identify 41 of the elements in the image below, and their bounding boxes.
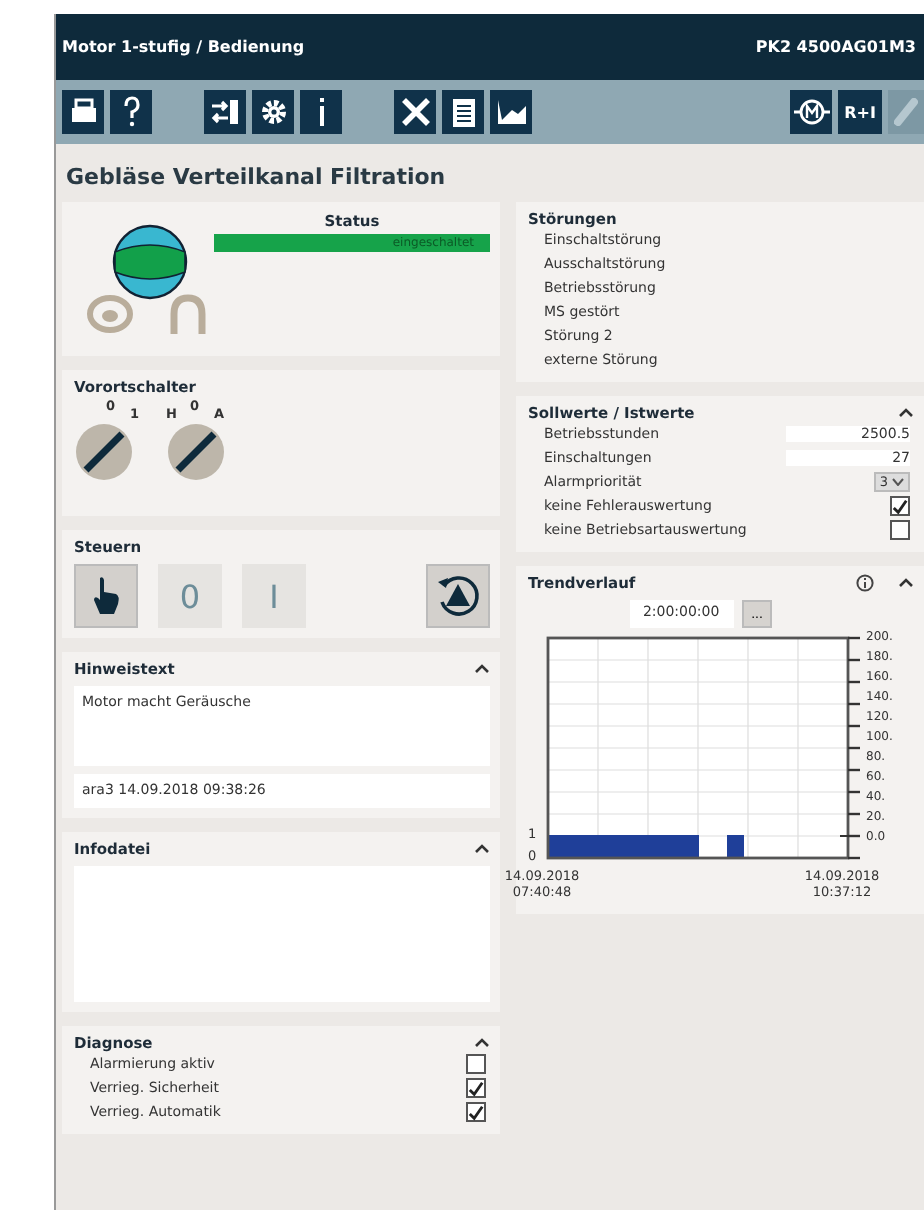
link-icon [894, 98, 918, 126]
rotary-switch-icon[interactable] [166, 422, 226, 482]
r-plus-i-button[interactable]: R+I [838, 90, 882, 134]
collapse-icon[interactable] [898, 408, 914, 418]
collapse-icon[interactable] [898, 578, 914, 588]
exit-icon [209, 98, 241, 126]
motor-icon [793, 98, 829, 126]
hand-icon [92, 576, 120, 616]
manual-mode-button[interactable] [74, 564, 138, 628]
info-button[interactable] [300, 90, 342, 134]
question-mark-icon [121, 96, 141, 128]
settings-button[interactable] [252, 90, 294, 134]
trend-button[interactable] [490, 90, 532, 134]
tools-button[interactable] [394, 90, 436, 134]
collapse-icon[interactable] [474, 844, 490, 854]
collapse-icon[interactable] [474, 1038, 490, 1048]
chevron-down-icon [892, 478, 904, 486]
checkbox[interactable] [890, 496, 910, 516]
info-icon [315, 98, 327, 126]
reset-warning-icon [436, 574, 480, 618]
document-button[interactable] [442, 90, 484, 134]
tools-icon [399, 96, 431, 128]
checkbox[interactable] [466, 1102, 486, 1122]
settings-icon [259, 98, 287, 126]
rotary-switch-icon[interactable] [74, 422, 134, 482]
checkbox[interactable] [466, 1078, 486, 1098]
page-title: Gebläse Verteilkanal Filtration [64, 162, 448, 194]
checkbox[interactable] [890, 520, 910, 540]
motor-button[interactable] [790, 90, 832, 134]
checkbox[interactable] [466, 1054, 486, 1074]
device-id: PK2 4500AG01M3 [755, 38, 916, 56]
document-icon [451, 97, 475, 127]
window-title: Motor 1-stufig / Bedienung [62, 38, 305, 56]
exit-button[interactable] [204, 90, 246, 134]
printer-icon [69, 98, 97, 126]
print-button[interactable] [62, 90, 104, 134]
help-button[interactable] [110, 90, 152, 134]
collapse-icon[interactable] [474, 664, 490, 674]
reset-button[interactable] [426, 564, 490, 628]
chart-icon [495, 98, 527, 126]
info-icon[interactable] [856, 574, 874, 592]
